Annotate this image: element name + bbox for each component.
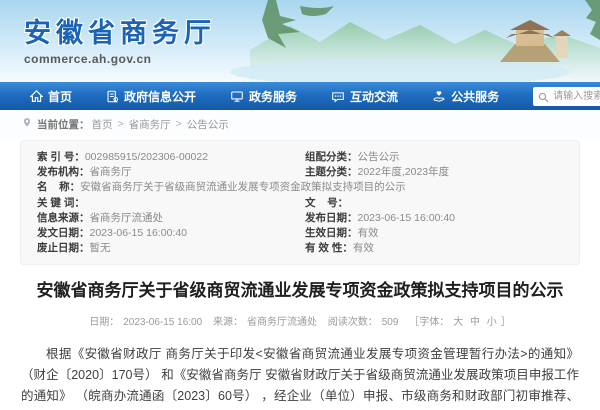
nav-item-home[interactable]: 首页 [30, 88, 72, 105]
info-value: 2023-06-15 16:00:40 [358, 212, 456, 224]
site-title: 安徽省商务厅 [24, 11, 216, 50]
source-value: 省商务厅流通处 [247, 317, 317, 328]
info-label: 废止日期： [37, 242, 90, 254]
article-views: 阅读次数： 509 [326, 317, 401, 328]
info-value: 省商务厅 [90, 166, 132, 178]
info-row-name: 名 称：安徽省商务厅关于省级商贸流通业发展专项资金政策拟支持项目的公示 [37, 180, 563, 195]
info-value: 2023-06-15 16:00:40 [90, 227, 188, 239]
info-label: 关 键 词： [37, 197, 85, 209]
breadcrumb-item-announcements[interactable]: 公告公示 [187, 117, 229, 132]
date-label: 日期： [89, 317, 119, 328]
chat-icon [331, 90, 345, 103]
document-icon [106, 90, 119, 103]
info-row-source: 信息来源：省商务厅流通处 [37, 211, 295, 226]
views-value: 509 [382, 317, 399, 328]
breadcrumb-separator: > [118, 118, 124, 130]
info-value: 有效 [358, 227, 379, 239]
info-value: 002985915/202306-00022 [85, 151, 208, 163]
search-area: 搜索 [533, 86, 600, 106]
info-value: 安徽省商务厅关于省级商贸流通业发展专项资金政策拟支持项目的公示 [80, 181, 406, 193]
document-info-panel: 索 引 号：002985915/202306-00022 组配分类：公告公示 发… [20, 140, 580, 265]
nav-item-public-services[interactable]: 公共服务 [432, 88, 499, 105]
nav-item-label: 政务服务 [249, 88, 297, 105]
info-row-abolishdate: 废止日期：暂无 [37, 241, 295, 256]
info-row-docnum: 文 号： [305, 196, 563, 211]
article-date: 日期： 2023-06-15 16:00 [87, 317, 204, 328]
info-row-index: 索 引 号：002985915/202306-00022 [37, 150, 295, 165]
breadcrumb-item-home[interactable]: 首页 [92, 117, 113, 132]
nav-item-label: 政府信息公开 [124, 88, 196, 105]
home-icon [30, 90, 43, 103]
info-label: 组配分类： [305, 151, 358, 163]
info-row-category: 组配分类：公告公示 [305, 150, 563, 165]
article-meta: 日期：2023-06-15 16:00 来源：省商务厅流通处 阅读次数：509 … [0, 313, 600, 336]
info-row-effectdate: 生效日期：有效 [305, 226, 563, 241]
views-label: 阅读次数： [328, 317, 378, 328]
info-row-pubdate: 发布日期：2023-06-15 16:00:40 [305, 211, 563, 226]
info-label: 名 称： [37, 181, 80, 193]
breadcrumb-item-department[interactable]: 省商务厅 [129, 117, 171, 132]
info-label: 生效日期： [305, 227, 358, 239]
location-pin-icon [22, 117, 32, 131]
nav-item-gov-info[interactable]: 政府信息公开 [106, 88, 196, 105]
nav-item-label: 公共服务 [451, 88, 499, 105]
nav-item-interaction[interactable]: 互动交流 [331, 88, 398, 105]
info-row-keyword: 关 键 词： [37, 196, 295, 211]
font-controls-open: ［字体： [409, 317, 449, 328]
info-label: 文 号： [305, 197, 348, 209]
info-label: 主题分类： [305, 166, 358, 178]
font-size-small-button[interactable]: 小 [487, 317, 497, 328]
article-source: 来源： 省商务厅流通处 [211, 317, 319, 328]
nav-item-gov-services[interactable]: 政务服务 [230, 88, 297, 105]
font-size-large-button[interactable]: 大 [453, 317, 463, 328]
search-icon [538, 90, 549, 108]
info-label: 索 引 号： [37, 151, 85, 163]
font-controls-close: ］ [501, 317, 511, 328]
breadcrumb-label: 当前位置： [37, 117, 90, 132]
info-row-issuedate: 发文日期：2023-06-15 16:00:40 [37, 226, 295, 241]
date-value: 2023-06-15 16:00 [123, 317, 202, 328]
article-body: 根据《安徽省财政厅 商务厅关于印发<安徽省商贸流通业发展专项资金管理暂行办法>的… [21, 344, 579, 410]
info-label: 信息来源： [37, 212, 90, 224]
info-row-topic: 主题分类：2022年度,2023年度 [305, 165, 563, 180]
info-row-validity: 有 效 性：有效 [305, 241, 563, 256]
breadcrumb: 当前位置： 首页 > 省商务厅 > 公告公示 [0, 110, 600, 138]
info-value: 省商务厅流通处 [90, 212, 164, 224]
site-banner: 安徽省商务厅 commerce.ah.gov.cn [0, 0, 600, 82]
info-label: 发布机构： [37, 166, 90, 178]
source-label: 来源： [213, 317, 243, 328]
search-box [533, 86, 600, 106]
info-label: 发布日期： [305, 212, 358, 224]
info-value: 公告公示 [358, 151, 400, 163]
info-label: 发文日期： [37, 227, 90, 239]
article-title: 安徽省商务厅关于省级商贸流通业发展专项资金政策拟支持项目的公示 [24, 280, 576, 302]
info-label: 有 效 性： [305, 242, 353, 254]
info-row-agency: 发布机构：省商务厅 [37, 165, 295, 180]
info-value: 暂无 [90, 242, 111, 254]
breadcrumb-separator: > [176, 118, 182, 130]
site-url: commerce.ah.gov.cn [24, 52, 216, 66]
hand-heart-icon [432, 90, 446, 103]
nav-item-label: 互动交流 [350, 88, 398, 105]
font-size-controls: ［字体： 大 中 小 ］ [407, 317, 513, 328]
monitor-icon [230, 90, 244, 103]
page: 安徽省商务厅 commerce.ah.gov.cn 首页 政府信息公开 政务服务 [0, 0, 600, 410]
info-value: 2022年度,2023年度 [358, 166, 450, 178]
info-value: 有效 [353, 242, 374, 254]
main-navigation: 首页 政府信息公开 政务服务 互动交流 公共服务 [0, 82, 600, 110]
font-size-medium-button[interactable]: 中 [470, 317, 480, 328]
nav-item-label: 首页 [48, 88, 72, 105]
site-logo[interactable]: 安徽省商务厅 commerce.ah.gov.cn [24, 11, 216, 66]
